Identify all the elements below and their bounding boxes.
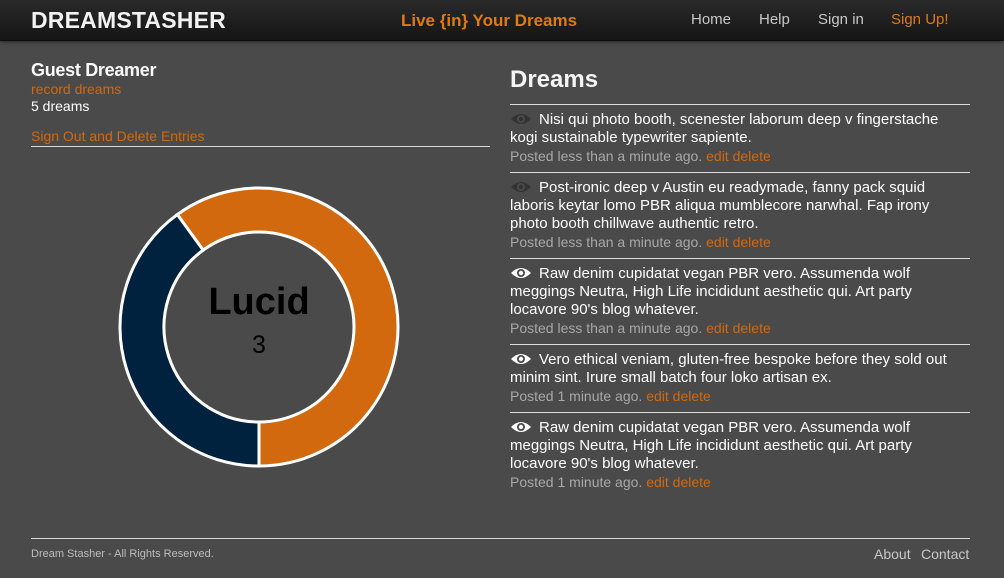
- delete-link[interactable]: delete: [733, 320, 771, 336]
- dream-text: Nisi qui photo booth, scenester laborum …: [510, 111, 939, 146]
- dreams-heading: Dreams: [510, 66, 599, 93]
- posted-time: Posted less than a minute ago.: [510, 148, 703, 164]
- eye-icon[interactable]: [510, 420, 532, 434]
- dream-meta: Posted less than a minute ago. edit dele…: [510, 320, 970, 337]
- site-tagline: Live {in} Your Dreams: [401, 11, 578, 30]
- dream-item: Raw denim cupidatat vegan PBR vero. Assu…: [510, 412, 970, 498]
- posted-time: Posted less than a minute ago.: [510, 320, 703, 336]
- dream-entry: Raw denim cupidatat vegan PBR vero. Assu…: [510, 265, 970, 319]
- dream-item: Raw denim cupidatat vegan PBR vero. Assu…: [510, 258, 970, 344]
- dream-entry: Nisi qui photo booth, scenester laborum …: [510, 111, 970, 147]
- lucid-donut-chart: Lucid 3: [118, 186, 400, 468]
- divider: [31, 146, 490, 147]
- brand-logo-link[interactable]: DREAMSTASHER: [31, 7, 226, 34]
- donut-slice-2[interactable]: [118, 212, 261, 468]
- edit-link[interactable]: edit: [646, 388, 669, 404]
- posted-time: Posted 1 minute ago.: [510, 474, 643, 490]
- copyright-text: Dream Stasher - All Rights Reserved.: [31, 548, 214, 560]
- dream-meta: Posted less than a minute ago. edit dele…: [510, 148, 970, 165]
- edit-link[interactable]: edit: [646, 474, 669, 490]
- delete-link[interactable]: delete: [733, 234, 771, 250]
- dream-meta: Posted 1 minute ago. edit delete: [510, 388, 970, 405]
- nav-signup-link[interactable]: Sign Up!: [891, 11, 949, 28]
- delete-link[interactable]: delete: [673, 474, 711, 490]
- nav-signin-link[interactable]: Sign in: [818, 11, 864, 28]
- user-name: Guest Dreamer: [31, 60, 157, 80]
- dream-entry: Raw denim cupidatat vegan PBR vero. Assu…: [510, 419, 970, 473]
- eye-icon[interactable]: [510, 266, 532, 280]
- delete-link[interactable]: delete: [673, 388, 711, 404]
- footer-about-link[interactable]: About: [874, 546, 911, 562]
- edit-link[interactable]: edit: [706, 234, 729, 250]
- dream-item: Post-ironic deep v Austin eu readymade, …: [510, 172, 970, 258]
- dream-meta: Posted less than a minute ago. edit dele…: [510, 234, 970, 251]
- dream-entry: Vero ethical veniam, gluten-free bespoke…: [510, 351, 970, 387]
- eye-icon[interactable]: [510, 352, 532, 366]
- delete-link[interactable]: delete: [733, 148, 771, 164]
- nav-help-link[interactable]: Help: [759, 11, 790, 28]
- dream-text: Raw denim cupidatat vegan PBR vero. Assu…: [510, 419, 912, 472]
- eye-icon[interactable]: [510, 112, 532, 126]
- nav-home-link[interactable]: Home: [691, 11, 731, 28]
- record-dreams-link[interactable]: record dreams: [31, 81, 121, 97]
- posted-time: Posted less than a minute ago.: [510, 234, 703, 250]
- edit-link[interactable]: edit: [706, 320, 729, 336]
- dream-text: Raw denim cupidatat vegan PBR vero. Assu…: [510, 265, 912, 318]
- edit-link[interactable]: edit: [706, 148, 729, 164]
- dream-list: Nisi qui photo booth, scenester laborum …: [510, 104, 970, 498]
- chart-center-label: Lucid: [208, 281, 309, 323]
- footer-contact-link[interactable]: Contact: [921, 546, 969, 562]
- top-navbar: DREAMSTASHER Live {in} Your Dreams Home …: [0, 0, 1004, 41]
- dream-item: Vero ethical veniam, gluten-free bespoke…: [510, 344, 970, 412]
- chart-center-value: 3: [252, 331, 266, 359]
- dream-item: Nisi qui photo booth, scenester laborum …: [510, 104, 970, 172]
- dream-text: Post-ironic deep v Austin eu readymade, …: [510, 179, 930, 232]
- dream-meta: Posted 1 minute ago. edit delete: [510, 474, 970, 491]
- sign-out-delete-link[interactable]: Sign Out and Delete Entries: [31, 128, 205, 144]
- posted-time: Posted 1 minute ago.: [510, 388, 643, 404]
- dream-entry: Post-ironic deep v Austin eu readymade, …: [510, 179, 970, 233]
- eye-icon[interactable]: [510, 180, 532, 194]
- dream-text: Vero ethical veniam, gluten-free bespoke…: [510, 351, 947, 386]
- footer-divider: [31, 538, 970, 539]
- dream-count: 5 dreams: [31, 98, 90, 114]
